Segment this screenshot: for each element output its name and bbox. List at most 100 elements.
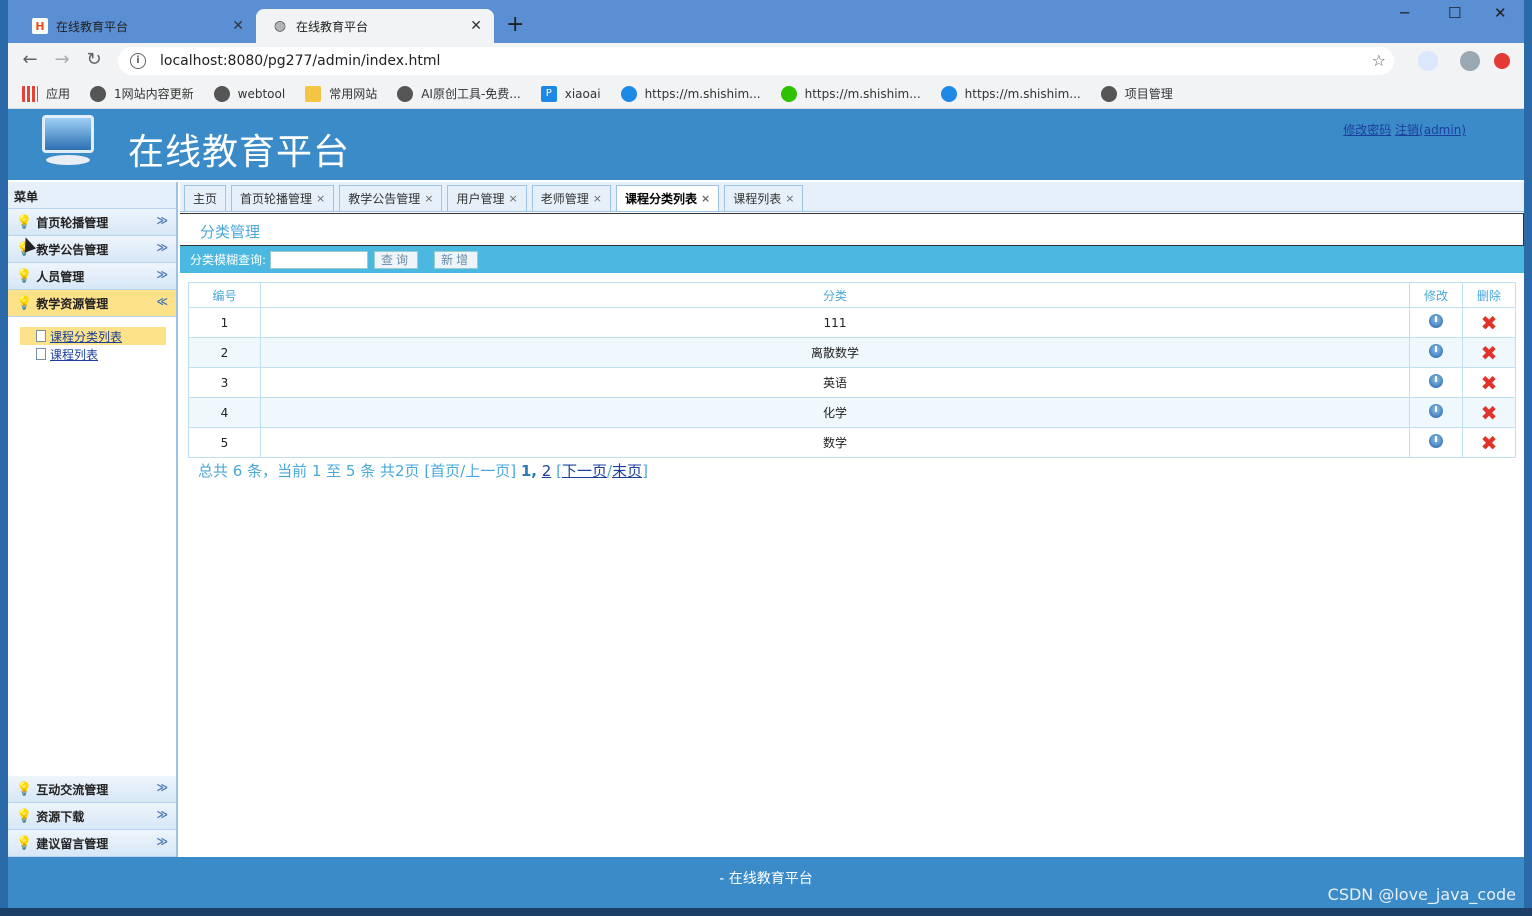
update-icon[interactable]: [1494, 53, 1510, 69]
category-search-input[interactable]: [270, 250, 369, 269]
browser-tab-1[interactable]: H 在线教育平台 ✕: [16, 9, 256, 43]
pager-page-2[interactable]: 2: [542, 462, 552, 480]
page-tab[interactable]: 用户管理 ×: [447, 185, 527, 211]
bookmark-item[interactable]: 项目管理: [1100, 85, 1173, 102]
delete-icon[interactable]: ✖: [1481, 371, 1498, 395]
bookmark-item[interactable]: https://m.shishim...: [620, 85, 761, 102]
sidebar-item-personnel[interactable]: 💡 人员管理 ≫: [8, 263, 176, 290]
query-button[interactable]: 查询: [374, 250, 419, 269]
main-area: 菜单 💡 首页轮播管理 ≫ 💡 教学公告管理 ≫ 💡 人员管理 ≫ 💡 教学资源…: [8, 182, 1524, 857]
globe-icon: [90, 85, 107, 102]
bookmark-item[interactable]: Pxiaoai: [540, 85, 601, 102]
header-delete: 删除: [1462, 282, 1516, 308]
url-text: localhost:8080/pg277/admin/index.html: [160, 53, 441, 69]
edit-icon[interactable]: [1429, 374, 1443, 388]
sidebar-item-interaction[interactable]: 💡 互动交流管理 ≫: [8, 776, 176, 803]
profile-avatar-icon[interactable]: [1460, 51, 1480, 71]
sidebar-subitem-course-list[interactable]: 课程列表: [20, 345, 176, 363]
desktop-edge-bottom: [0, 908, 1532, 916]
bookmark-item[interactable]: https://m.shishim...: [780, 85, 921, 102]
logout-link[interactable]: 注销(admin): [1395, 123, 1466, 137]
page-tab[interactable]: 老师管理 ×: [531, 185, 611, 211]
chevron-up-icon: ≪: [156, 295, 168, 308]
star-icon[interactable]: ☆: [1372, 51, 1386, 70]
bookmark-item[interactable]: webtool: [213, 85, 285, 102]
chevron-down-icon: ≫: [156, 808, 168, 821]
table-header-row: 编号 分类 修改 删除: [188, 282, 1516, 308]
sidebar-item-feedback[interactable]: 💡 建议留言管理 ≫: [8, 830, 176, 857]
delete-icon[interactable]: ✖: [1481, 341, 1498, 365]
bookmark-item[interactable]: 1网站内容更新: [90, 85, 194, 102]
sidebar-subitem-link[interactable]: 课程列表: [50, 346, 98, 363]
page-tab[interactable]: 首页轮播管理 ×: [231, 185, 335, 211]
edit-icon[interactable]: [1429, 404, 1443, 418]
address-bar[interactable]: i localhost:8080/pg277/admin/index.html …: [118, 47, 1394, 75]
edit-icon[interactable]: [1429, 344, 1443, 358]
close-tab-icon[interactable]: ×: [316, 192, 325, 205]
app-header: 在线教育平台 修改密码 注销(admin): [8, 109, 1524, 180]
close-tab-icon[interactable]: ×: [509, 192, 518, 205]
pager-separator: ,: [531, 462, 537, 480]
desktop-edge-right: [1524, 0, 1532, 916]
reload-icon[interactable]: ↻: [82, 49, 106, 70]
close-tab-icon[interactable]: ×: [593, 192, 602, 205]
search-label: 分类模糊查询:: [190, 253, 267, 267]
delete-icon[interactable]: ✖: [1481, 311, 1498, 335]
bookmark-label: https://m.shishim...: [644, 86, 761, 101]
header-id: 编号: [188, 282, 261, 308]
bookmark-item[interactable]: 常用网站: [305, 85, 377, 102]
lightbulb-icon: 💡: [16, 268, 33, 284]
bookmark-label: https://m.shishim...: [804, 86, 921, 101]
page-tab[interactable]: 课程列表 ×: [724, 185, 804, 211]
close-tab-icon[interactable]: ✕: [470, 18, 482, 34]
close-tab-icon[interactable]: ×: [701, 192, 710, 205]
cell-category: 111: [260, 307, 1410, 338]
user-links: 修改密码 注销(admin): [1343, 121, 1466, 138]
delete-icon[interactable]: ✖: [1481, 401, 1498, 425]
extension-icon[interactable]: [1418, 51, 1438, 71]
cell-category: 英语: [260, 367, 1410, 398]
minimize-button[interactable]: ─: [1400, 4, 1409, 22]
sidebar-item-downloads[interactable]: 💡 资源下载 ≫: [8, 803, 176, 830]
change-password-link[interactable]: 修改密码: [1343, 123, 1391, 137]
close-window-button[interactable]: ✕: [1494, 4, 1507, 22]
sidebar-item-carousel[interactable]: 💡 首页轮播管理 ≫: [8, 209, 176, 236]
new-tab-button[interactable]: +: [506, 12, 524, 38]
bookmark-item[interactable]: AI原创工具-免费...: [397, 85, 521, 102]
page-tab-label: 用户管理: [456, 192, 505, 206]
sidebar-subitem-link[interactable]: 课程分类列表: [50, 328, 122, 345]
cell-id: 3: [188, 367, 261, 398]
close-tab-icon[interactable]: ×: [424, 192, 433, 205]
sidebar-subitem-category-list[interactable]: 课程分类列表: [20, 327, 166, 345]
bookmark-item[interactable]: https://m.shishim...: [940, 85, 1081, 102]
close-tab-icon[interactable]: ×: [785, 192, 794, 205]
cell-delete: ✖: [1462, 337, 1516, 368]
edit-icon[interactable]: [1429, 314, 1443, 328]
browser-window: H 在线教育平台 ✕ ◍ 在线教育平台 ✕ + ─ ☐ ✕ ← → ↻ i lo…: [8, 0, 1524, 908]
table-row: 3 英语 ✖: [188, 367, 1516, 398]
bookmark-item[interactable]: 应用: [22, 85, 70, 102]
page-tab[interactable]: 课程分类列表 ×: [615, 185, 720, 211]
cell-edit: [1409, 337, 1463, 368]
back-arrow-icon[interactable]: ←: [18, 49, 42, 70]
pager-last-link[interactable]: 末页: [612, 462, 642, 480]
cell-id: 1: [188, 307, 261, 338]
bookmark-label: 应用: [46, 87, 71, 101]
folder-icon: [305, 85, 322, 102]
close-tab-icon[interactable]: ✕: [232, 18, 244, 34]
forward-arrow-icon[interactable]: →: [50, 49, 74, 70]
page-tab[interactable]: 主页: [184, 185, 227, 211]
delete-icon[interactable]: ✖: [1481, 431, 1498, 455]
cell-edit: [1409, 307, 1463, 338]
cell-edit: [1409, 427, 1463, 458]
panel-title: 分类管理: [180, 213, 1524, 246]
maximize-button[interactable]: ☐: [1448, 4, 1461, 22]
browser-tab-2[interactable]: ◍ 在线教育平台 ✕: [256, 9, 494, 43]
pager-next-link[interactable]: 下一页: [562, 462, 607, 480]
add-button[interactable]: 新增: [434, 250, 479, 269]
edit-icon[interactable]: [1429, 434, 1443, 448]
sidebar-item-resources[interactable]: 💡 教学资源管理 ≪: [8, 290, 176, 317]
page-tab-label: 课程分类列表: [624, 192, 697, 206]
info-icon[interactable]: i: [130, 53, 146, 69]
page-tab[interactable]: 教学公告管理 ×: [339, 185, 443, 211]
